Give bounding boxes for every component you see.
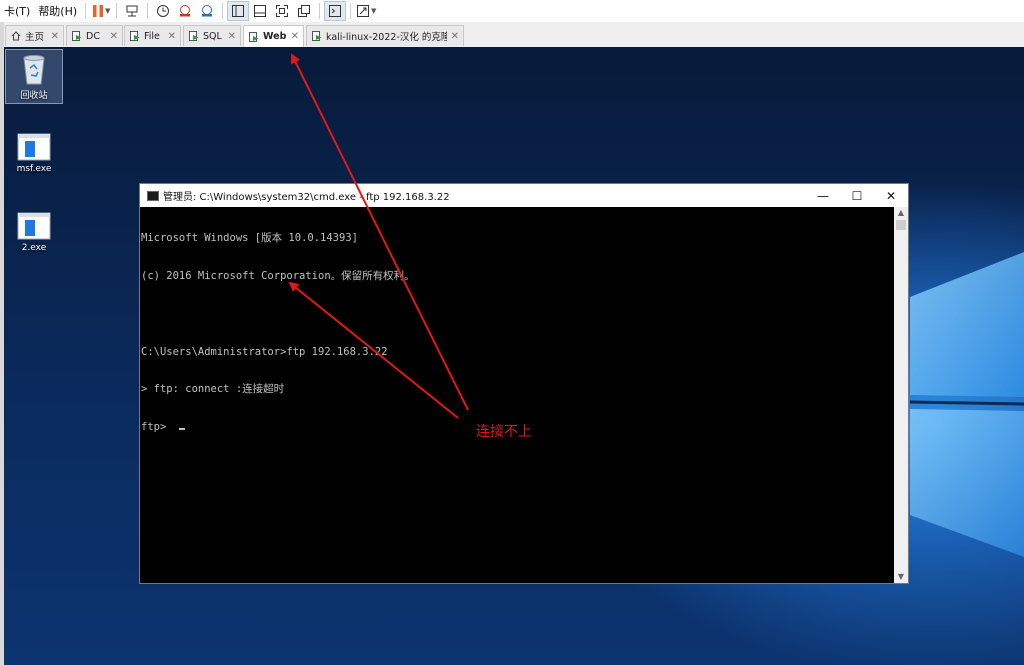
tab-label: SQL — [203, 30, 222, 42]
cmd-title-bar[interactable]: 管理员: C:\Windows\system32\cmd.exe - ftp 1… — [140, 184, 908, 207]
scroll-up-icon[interactable]: ▲ — [894, 207, 908, 219]
vm-icon — [72, 31, 82, 41]
console-output[interactable]: Microsoft Windows [版本 10.0.14393] (c) 20… — [141, 207, 893, 583]
minimize-button[interactable]: — — [806, 184, 840, 207]
toolbar-separator — [319, 3, 321, 19]
tab-label: Web — [263, 31, 287, 42]
desktop-icon-recycle-bin[interactable]: 回收站 — [5, 49, 63, 104]
desktop-icon-label: 2.exe — [21, 243, 47, 253]
toolbar-separator — [350, 3, 352, 19]
close-icon[interactable]: ✕ — [228, 31, 236, 42]
revert-snapshot-button[interactable] — [174, 1, 196, 21]
home-icon — [11, 31, 21, 41]
desktop-icon-label: msf.exe — [16, 164, 52, 174]
exe-file-icon — [17, 212, 51, 240]
recycle-bin-icon — [23, 55, 45, 85]
thumbnail-view-button[interactable] — [249, 1, 271, 21]
close-icon[interactable]: ✕ — [168, 31, 176, 42]
bottom-panel-icon — [254, 5, 267, 17]
tab-label: 主页 — [25, 32, 45, 43]
chevron-down-icon: ▼ — [104, 7, 111, 15]
console-line: > ftp: connect :连接超时 — [141, 383, 285, 396]
fullscreen-icon — [276, 5, 289, 17]
fullscreen-button[interactable] — [271, 1, 293, 21]
tab-sql[interactable]: SQL ✕ — [183, 25, 241, 46]
console-line: Microsoft Windows [版本 10.0.14393] — [141, 232, 358, 245]
unity-button[interactable] — [293, 1, 315, 21]
annotation-label: 连接不上 — [476, 424, 532, 440]
tab-dc[interactable]: DC ✕ — [66, 25, 123, 46]
vm-icon — [130, 31, 140, 41]
console-view-button[interactable] — [324, 1, 347, 21]
console-prompt: ftp> — [141, 421, 173, 434]
cmd-window[interactable]: 管理员: C:\Windows\system32\cmd.exe - ftp 1… — [139, 183, 909, 584]
console-line: (c) 2016 Microsoft Corporation。保留所有权利。 — [141, 269, 415, 282]
maximize-button[interactable]: ☐ — [840, 184, 874, 207]
windows-overlap-icon — [298, 5, 311, 17]
text-cursor — [178, 428, 185, 431]
tab-file[interactable]: File ✕ — [124, 25, 181, 46]
desktop-icon-2-exe[interactable]: 2.exe — [5, 212, 63, 253]
desktop-icon-label: 回收站 — [20, 91, 48, 101]
send-keys-button[interactable] — [121, 1, 143, 21]
snapshot-manager-icon — [202, 5, 213, 17]
network-icon — [126, 5, 138, 17]
vm-tab-strip: 主页 ✕ DC ✕ File ✕ SQL ✕ Web ✕ kali-linux-… — [0, 22, 1024, 48]
vm-icon — [189, 31, 199, 41]
vertical-scrollbar[interactable]: ▲ ▼ — [894, 207, 908, 583]
cmd-icon — [147, 190, 159, 201]
toolbar-separator — [147, 3, 149, 19]
scroll-down-icon[interactable]: ▼ — [894, 571, 908, 583]
cmd-window-title: 管理员: C:\Windows\system32\cmd.exe - ftp 1… — [163, 192, 450, 203]
clock-icon — [157, 5, 170, 17]
terminal-icon — [329, 5, 342, 17]
vm-icon — [312, 31, 322, 41]
toolbar-separator — [85, 3, 87, 19]
exe-file-icon — [17, 133, 51, 161]
vmware-menubar: 卡(T) 帮助(H) ▼ ▼ — [0, 0, 1024, 23]
pause-button[interactable]: ▼ — [90, 1, 112, 21]
close-icon[interactable]: ✕ — [51, 31, 59, 42]
close-icon[interactable]: ✕ — [110, 31, 118, 42]
tab-home[interactable]: 主页 ✕ — [5, 25, 64, 46]
stretch-icon — [356, 5, 369, 17]
tab-label: DC — [86, 30, 100, 42]
revert-icon — [180, 5, 191, 17]
menu-tabs[interactable]: 卡(T) — [0, 3, 34, 19]
snapshot-button[interactable] — [152, 1, 174, 21]
stretch-button[interactable]: ▼ — [355, 1, 377, 21]
close-icon[interactable]: ✕ — [451, 31, 459, 42]
console-line: C:\Users\Administrator>ftp 192.168.3.22 — [141, 345, 388, 358]
toolbar-separator — [116, 3, 118, 19]
desktop-icon-msf-exe[interactable]: msf.exe — [5, 133, 63, 174]
pause-icon — [92, 5, 103, 17]
tab-label: File — [144, 30, 160, 42]
tab-kali-linux-clone[interactable]: kali-linux-2022-汉化 的克隆 ✕ — [306, 25, 464, 46]
scrollbar-thumb[interactable] — [896, 220, 906, 230]
tab-label: kali-linux-2022-汉化 的克隆 — [326, 32, 447, 43]
menu-help[interactable]: 帮助(H) — [34, 3, 81, 19]
snapshot-manager-button[interactable] — [196, 1, 218, 21]
close-icon[interactable]: ✕ — [291, 31, 299, 42]
vm-icon — [249, 31, 259, 42]
chevron-down-icon: ▼ — [370, 7, 377, 15]
close-button[interactable]: ✕ — [874, 184, 908, 207]
sidebar-view-button[interactable] — [227, 1, 250, 21]
sidebar-layout-icon — [232, 5, 245, 17]
toolbar-separator — [222, 3, 224, 19]
tab-web[interactable]: Web ✕ — [243, 25, 304, 47]
